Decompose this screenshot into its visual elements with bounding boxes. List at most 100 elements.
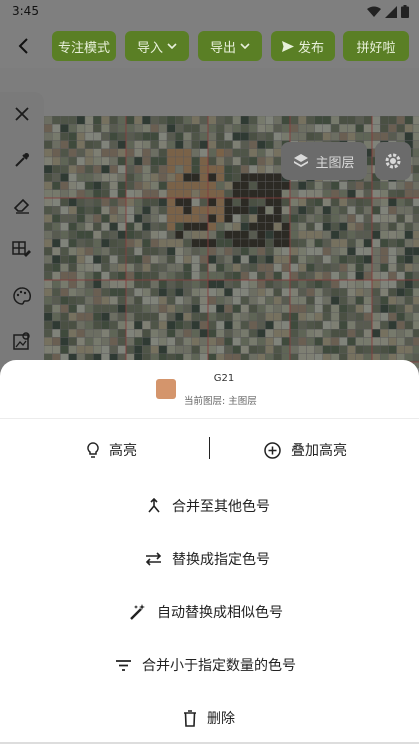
bead-cell[interactable] xyxy=(101,328,110,338)
bead-cell[interactable] xyxy=(380,116,389,125)
bead-cell[interactable] xyxy=(215,246,225,256)
bead-cell[interactable] xyxy=(117,148,127,158)
bead-cell[interactable] xyxy=(207,197,217,207)
bead-cell[interactable] xyxy=(191,263,201,273)
bead-cell[interactable] xyxy=(339,296,348,305)
bead-cell[interactable] xyxy=(404,132,414,141)
bead-cell[interactable] xyxy=(199,255,209,264)
bead-cell[interactable] xyxy=(166,156,176,166)
bead-cell[interactable] xyxy=(380,271,389,281)
bead-cell[interactable] xyxy=(133,304,143,314)
bead-cell[interactable] xyxy=(44,320,53,330)
bead-cell[interactable] xyxy=(133,222,143,231)
bead-cell[interactable] xyxy=(215,205,225,215)
bead-cell[interactable] xyxy=(117,255,127,264)
bead-cell[interactable] xyxy=(363,197,373,207)
bead-cell[interactable] xyxy=(289,181,299,190)
bead-cell[interactable] xyxy=(166,173,176,182)
bead-cell[interactable] xyxy=(224,279,233,289)
bead-cell[interactable] xyxy=(404,304,414,314)
bead-cell[interactable] xyxy=(60,116,69,125)
bead-cell[interactable] xyxy=(265,337,274,346)
bead-cell[interactable] xyxy=(76,263,86,273)
bead-cell[interactable] xyxy=(44,132,53,141)
bead-cell[interactable] xyxy=(396,181,406,190)
bead-cell[interactable] xyxy=(314,263,324,273)
bead-cell[interactable] xyxy=(322,345,332,355)
bead-cell[interactable] xyxy=(76,271,86,281)
bead-cell[interactable] xyxy=(142,140,151,150)
bead-cell[interactable] xyxy=(240,197,250,207)
bead-cell[interactable] xyxy=(363,263,373,273)
bead-cell[interactable] xyxy=(125,287,135,297)
bead-cell[interactable] xyxy=(256,246,266,256)
bead-cell[interactable] xyxy=(133,156,143,166)
bead-cell[interactable] xyxy=(150,263,159,273)
eraser-tool[interactable] xyxy=(8,191,36,219)
bead-cell[interactable] xyxy=(396,320,406,330)
bead-cell[interactable] xyxy=(68,345,78,355)
bead-cell[interactable] xyxy=(215,116,225,125)
bead-cell[interactable] xyxy=(60,238,69,248)
bead-cell[interactable] xyxy=(339,304,348,314)
bead-cell[interactable] xyxy=(289,345,299,355)
bead-cell[interactable] xyxy=(76,123,86,133)
bead-cell[interactable] xyxy=(174,320,184,330)
bead-cell[interactable] xyxy=(150,181,159,190)
bead-cell[interactable] xyxy=(76,296,86,305)
bead-cell[interactable] xyxy=(109,165,118,174)
bead-cell[interactable] xyxy=(166,165,176,174)
bead-cell[interactable] xyxy=(174,197,184,207)
bead-cell[interactable] xyxy=(289,230,299,240)
bead-cell[interactable] xyxy=(158,271,168,281)
bead-cell[interactable] xyxy=(133,181,143,190)
bead-cell[interactable] xyxy=(412,214,419,223)
bead-cell[interactable] xyxy=(51,116,61,125)
bead-cell[interactable] xyxy=(117,140,127,150)
bead-cell[interactable] xyxy=(289,214,299,223)
bead-cell[interactable] xyxy=(166,148,176,158)
export-button[interactable]: 导出 xyxy=(198,31,262,61)
merge-small-count-button[interactable]: 合并小于指定数量的色号 xyxy=(115,655,296,675)
bead-cell[interactable] xyxy=(396,263,406,273)
bead-cell[interactable] xyxy=(84,156,94,166)
bead-cell[interactable] xyxy=(215,230,225,240)
bead-cell[interactable] xyxy=(93,271,102,281)
bead-cell[interactable] xyxy=(371,304,381,314)
bead-cell[interactable] xyxy=(68,271,78,281)
bead-cell[interactable] xyxy=(314,132,324,141)
bead-cell[interactable] xyxy=(256,132,266,141)
bead-cell[interactable] xyxy=(306,345,315,355)
bead-cell[interactable] xyxy=(306,230,315,240)
bead-cell[interactable] xyxy=(68,181,78,190)
bead-cell[interactable] xyxy=(248,148,258,158)
bead-cell[interactable] xyxy=(322,230,332,240)
bead-cell[interactable] xyxy=(404,181,414,190)
bead-cell[interactable] xyxy=(68,238,78,248)
bead-cell[interactable] xyxy=(396,222,406,231)
bead-cell[interactable] xyxy=(109,140,118,150)
bead-cell[interactable] xyxy=(412,123,419,133)
bead-cell[interactable] xyxy=(265,296,274,305)
bead-cell[interactable] xyxy=(215,189,225,199)
bead-cell[interactable] xyxy=(289,255,299,264)
bead-cell[interactable] xyxy=(297,271,307,281)
bead-cell[interactable] xyxy=(44,263,53,273)
bead-cell[interactable] xyxy=(232,123,242,133)
bead-cell[interactable] xyxy=(51,238,61,248)
bead-cell[interactable] xyxy=(150,197,159,207)
bead-cell[interactable] xyxy=(215,287,225,297)
bead-cell[interactable] xyxy=(224,165,233,174)
bead-cell[interactable] xyxy=(68,263,78,273)
bead-cell[interactable] xyxy=(388,181,397,190)
bead-cell[interactable] xyxy=(191,197,201,207)
bead-cell[interactable] xyxy=(371,255,381,264)
bead-cell[interactable] xyxy=(240,156,250,166)
focus-mode-button[interactable]: 专注模式 xyxy=(52,31,116,61)
bead-cell[interactable] xyxy=(330,222,340,231)
bead-cell[interactable] xyxy=(248,271,258,281)
bead-cell[interactable] xyxy=(93,263,102,273)
bead-cell[interactable] xyxy=(248,337,258,346)
bead-cell[interactable] xyxy=(314,197,324,207)
bead-cell[interactable] xyxy=(142,287,151,297)
